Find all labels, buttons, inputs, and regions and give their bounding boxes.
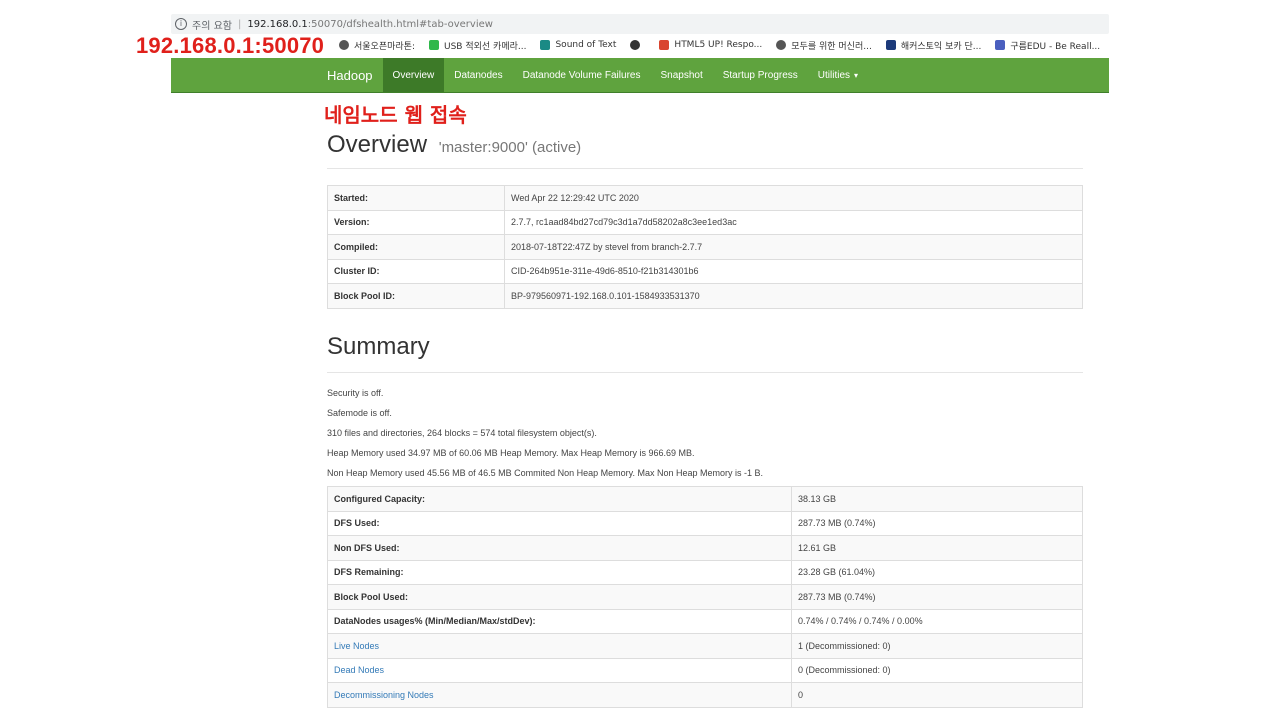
- summary-line: Non Heap Memory used 45.56 MB of 46.5 MB…: [327, 468, 764, 478]
- table-row: Block Pool ID: BP-979560971-192.168.0.101…: [327, 283, 1083, 309]
- row-value: BP-979560971-192.168.0.101-1584933531370: [504, 283, 1083, 309]
- bookmark-item[interactable]: [630, 40, 645, 50]
- summary-line: Safemode is off.: [327, 408, 392, 418]
- bookmark-item[interactable]: 해커스토익 보카 단...: [885, 39, 982, 52]
- teal-square-icon: [540, 40, 551, 50]
- brand-logo[interactable]: Hadoop: [171, 58, 383, 92]
- bookmark-item[interactable]: 서울오픈마라톤:: [339, 39, 415, 52]
- row-value: 287.73 MB (0.74%): [791, 510, 1083, 536]
- overview-subtitle: 'master:9000' (active): [438, 139, 582, 156]
- row-key: Compiled:: [327, 234, 505, 260]
- table-row: Live Nodes 1 (Decommissioned: 0): [327, 633, 1083, 659]
- bookmark-label: USB 적외선 카메라...: [444, 41, 527, 52]
- summary-lines: Security is off. Safemode is off. 310 file…: [327, 385, 763, 485]
- row-link[interactable]: Decommissioning Nodes: [327, 682, 792, 708]
- row-key: Cluster ID:: [327, 258, 505, 284]
- url-text[interactable]: 192.168.0.1:50070/dfshealth.html#tab-ove…: [247, 19, 493, 30]
- tab-utilities-label: Utilities: [817, 69, 851, 81]
- row-value: 12.61 GB: [791, 535, 1083, 561]
- row-value: 0: [791, 682, 1083, 708]
- row-link[interactable]: Live Nodes: [327, 633, 792, 659]
- bookmark-item[interactable]: HTML5 UP! Respo...: [659, 40, 762, 50]
- bookmark-item[interactable]: 모두를 위한 머신러...: [776, 39, 872, 52]
- overview-table: Started: Wed Apr 22 12:29:42 UTC 2020 Vers…: [327, 185, 1083, 309]
- row-value: Wed Apr 22 12:29:42 UTC 2020: [504, 185, 1083, 211]
- row-key: Block Pool Used:: [327, 584, 792, 610]
- bookmark-label: Sound of Text: [555, 40, 617, 50]
- red-square-icon: [659, 40, 670, 50]
- row-value: 0 (Decommissioned: 0): [791, 657, 1083, 683]
- row-value: 0.74% / 0.74% / 0.74% / 0.00%: [791, 608, 1083, 634]
- ip-annotation: 192.168.0.1:50070: [136, 33, 325, 58]
- hadoop-navbar: Hadoop Overview Datanodes Datanode Volum…: [171, 58, 1109, 93]
- chevron-down-icon: ▾: [854, 70, 859, 80]
- tab-utilities[interactable]: Utilities ▾: [808, 58, 868, 92]
- summary-line: 310 files and directories, 264 blocks = …: [327, 428, 597, 438]
- row-value: CID-264b951e-311e-49d6-8510-f21b314301b6: [504, 258, 1083, 284]
- row-key: Non DFS Used:: [327, 535, 792, 561]
- table-row: Decommissioning Nodes 0: [327, 682, 1083, 708]
- bookmark-label: HTML5 UP! Respo...: [674, 40, 763, 50]
- table-row: Started: Wed Apr 22 12:29:42 UTC 2020: [327, 185, 1083, 211]
- table-row: DFS Remaining: 23.28 GB (61.04%): [327, 559, 1083, 585]
- bookmark-item[interactable]: USB 적외선 카메라...: [429, 39, 526, 52]
- table-row: Dead Nodes 0 (Decommissioned: 0): [327, 657, 1083, 683]
- table-row: Configured Capacity: 38.13 GB: [327, 486, 1083, 512]
- row-key: DFS Used:: [327, 510, 792, 536]
- row-value: 23.28 GB (61.04%): [791, 559, 1083, 585]
- row-value: 2018-07-18T22:47Z by stevel from branch-…: [504, 234, 1083, 260]
- bookmarks-bar: 서울오픈마라톤: USB 적외선 카메라... Sound of Text HTML5…: [171, 36, 1277, 54]
- summary-line: Security is off.: [327, 388, 384, 398]
- row-key: Started:: [327, 185, 505, 211]
- table-row: Non DFS Used: 12.61 GB: [327, 535, 1083, 561]
- divider: [327, 168, 1083, 169]
- table-row: DataNodes usages% (Min/Median/Max/stdDev…: [327, 608, 1083, 634]
- tab-datanode-volume-failures[interactable]: Datanode Volume Failures: [513, 58, 651, 92]
- url-path: :50070/dfshealth.html#tab-overview: [307, 18, 493, 30]
- cloud-icon: [995, 40, 1006, 50]
- row-key: Configured Capacity:: [327, 486, 792, 512]
- bookmark-label: 모두를 위한 머신러...: [791, 41, 872, 52]
- table-row: DFS Used: 287.73 MB (0.74%): [327, 510, 1083, 536]
- summary-line: Heap Memory used 34.97 MB of 60.06 MB He…: [327, 448, 695, 458]
- info-icon[interactable]: i: [175, 18, 187, 30]
- h-square-icon: [885, 40, 896, 50]
- gear-icon: [630, 40, 641, 50]
- address-divider: |: [237, 18, 242, 30]
- overview-title: Overview: [327, 131, 428, 158]
- bookmark-label: 해커스토익 보카 단...: [900, 41, 982, 52]
- summary-table: Configured Capacity: 38.13 GB DFS Used: 287…: [327, 486, 1083, 708]
- tab-snapshot[interactable]: Snapshot: [650, 58, 712, 92]
- summary-title: Summary: [327, 333, 430, 360]
- table-row: Cluster ID: CID-264b951e-311e-49d6-8510-f…: [327, 258, 1083, 284]
- security-label: 주의 요함: [192, 20, 232, 32]
- row-key: Block Pool ID:: [327, 283, 505, 309]
- row-value: 38.13 GB: [791, 486, 1083, 512]
- tab-datanodes[interactable]: Datanodes: [444, 58, 512, 92]
- divider: [327, 372, 1083, 373]
- table-row: Version: 2.7.7, rc1aad84bd27cd79c3d1a7dd5…: [327, 209, 1083, 235]
- bookmark-label: 구름EDU - Be Reall...: [1010, 41, 1101, 52]
- table-row: Block Pool Used: 287.73 MB (0.74%): [327, 584, 1083, 610]
- globe-icon: [339, 40, 349, 50]
- bookmark-item[interactable]: Sound of Text: [540, 40, 616, 50]
- row-link[interactable]: Dead Nodes: [327, 657, 792, 683]
- title-annotation: 네임노드 웹 접속: [324, 103, 467, 127]
- row-key: DataNodes usages% (Min/Median/Max/stdDev…: [327, 608, 792, 634]
- tab-overview[interactable]: Overview: [382, 58, 445, 92]
- table-row: Compiled: 2018-07-18T22:47Z by stevel fro…: [327, 234, 1083, 260]
- row-value: 287.73 MB (0.74%): [791, 584, 1083, 610]
- url-host: 192.168.0.1: [247, 18, 308, 30]
- row-key: DFS Remaining:: [327, 559, 792, 585]
- overview-heading: Overview 'master:9000' (active): [327, 131, 581, 159]
- tab-startup-progress[interactable]: Startup Progress: [713, 58, 808, 92]
- row-key: Version:: [327, 209, 505, 235]
- green-square-icon: [429, 40, 439, 50]
- bookmark-item[interactable]: 구름EDU - Be Reall...: [995, 39, 1100, 52]
- row-value: 2.7.7, rc1aad84bd27cd79c3d1a7dd58202a8c3…: [504, 209, 1083, 235]
- address-bar[interactable]: i 주의 요함 | 192.168.0.1:50070/dfshealth.ht…: [171, 14, 1109, 34]
- bookmark-label: 서울오픈마라톤:: [354, 41, 415, 52]
- globe-icon: [776, 40, 787, 50]
- row-value: 1 (Decommissioned: 0): [791, 633, 1083, 659]
